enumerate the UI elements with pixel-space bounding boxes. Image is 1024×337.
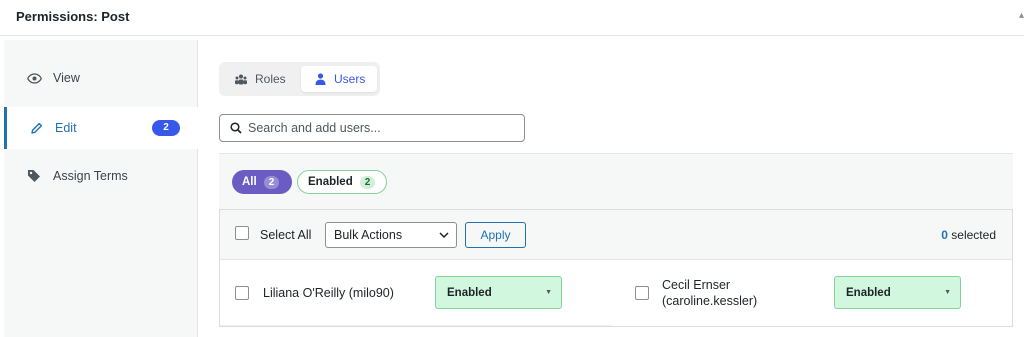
sidebar-item-label: View <box>53 71 80 85</box>
table-row: Cecil Ernser (caroline.kessler) Enabled … <box>620 260 1012 326</box>
status-value: Enabled <box>447 286 492 299</box>
bulk-actions-value: Bulk Actions <box>334 228 403 242</box>
sidebar-item-assign-terms[interactable]: Assign Terms <box>4 155 198 197</box>
pencil-icon <box>28 120 44 136</box>
eye-icon <box>26 70 42 86</box>
tab-label: Roles <box>255 72 286 86</box>
dropdown-arrow-icon: ▼ <box>545 289 552 296</box>
sidebar-item-label: Assign Terms <box>53 169 128 183</box>
main-content: Roles Users All 2 Enabled 2 Select All <box>198 40 1024 337</box>
dropdown-arrow-icon: ▼ <box>944 289 951 296</box>
sidebar-item-edit[interactable]: Edit 2 <box>4 107 198 149</box>
selected-count: 0 selected <box>941 228 996 242</box>
panel-header: Permissions: Post ▴ <box>0 0 1024 36</box>
edit-count-badge: 2 <box>152 120 180 136</box>
user-name-line: (caroline.kessler) <box>662 294 758 308</box>
apply-button[interactable]: Apply <box>465 222 526 248</box>
filter-count: 2 <box>263 175 280 189</box>
select-all-label: Select All <box>260 228 312 242</box>
select-all-checkbox[interactable] <box>235 226 249 240</box>
filter-label: All <box>242 176 257 188</box>
tab-group: Roles Users <box>219 62 380 96</box>
status-value: Enabled <box>846 286 891 299</box>
sidebar-item-view[interactable]: View <box>4 57 198 99</box>
filter-count: 2 <box>359 175 376 189</box>
users-table: Select All Bulk Actions Apply 0 selected… <box>219 209 1013 327</box>
status-select[interactable]: Enabled ▼ <box>435 276 562 309</box>
search-icon <box>230 122 242 134</box>
table-toolbar: Select All Bulk Actions Apply 0 selected <box>220 210 1012 260</box>
filter-label: Enabled <box>308 176 353 188</box>
row-checkbox[interactable] <box>635 286 649 300</box>
filter-bar: All 2 Enabled 2 <box>219 153 1013 209</box>
user-name: Cecil Ernser (caroline.kessler) <box>662 277 757 309</box>
panel-title: Permissions: Post <box>16 9 130 24</box>
tag-icon <box>26 168 42 184</box>
search-input[interactable] <box>248 121 518 135</box>
tab-roles[interactable]: Roles <box>235 66 286 92</box>
tab-label: Users <box>334 72 366 86</box>
filter-enabled[interactable]: Enabled 2 <box>297 170 387 194</box>
user-icon <box>315 73 326 85</box>
status-select[interactable]: Enabled ▼ <box>834 276 961 309</box>
tab-users[interactable]: Users <box>301 66 377 92</box>
filter-all[interactable]: All 2 <box>232 170 292 194</box>
chevron-down-icon <box>438 229 450 244</box>
group-icon <box>235 74 247 85</box>
table-row: Liliana O'Reilly (milo90) Enabled ▼ <box>220 260 612 326</box>
user-name-line: Liliana O'Reilly (milo90) <box>263 286 394 300</box>
collapse-arrow-icon[interactable]: ▴ <box>1019 10 1024 21</box>
selected-number: 0 <box>941 228 948 242</box>
bulk-actions-select[interactable]: Bulk Actions <box>325 222 457 248</box>
row-checkbox[interactable] <box>235 286 249 300</box>
search-box <box>219 114 525 142</box>
sidebar-item-label: Edit <box>55 121 77 135</box>
selected-suffix: selected <box>951 228 996 242</box>
user-name-line: Cecil Ernser <box>662 278 731 292</box>
sidebar: View Edit 2 Assign Terms <box>4 40 198 337</box>
user-name: Liliana O'Reilly (milo90) <box>263 285 394 301</box>
